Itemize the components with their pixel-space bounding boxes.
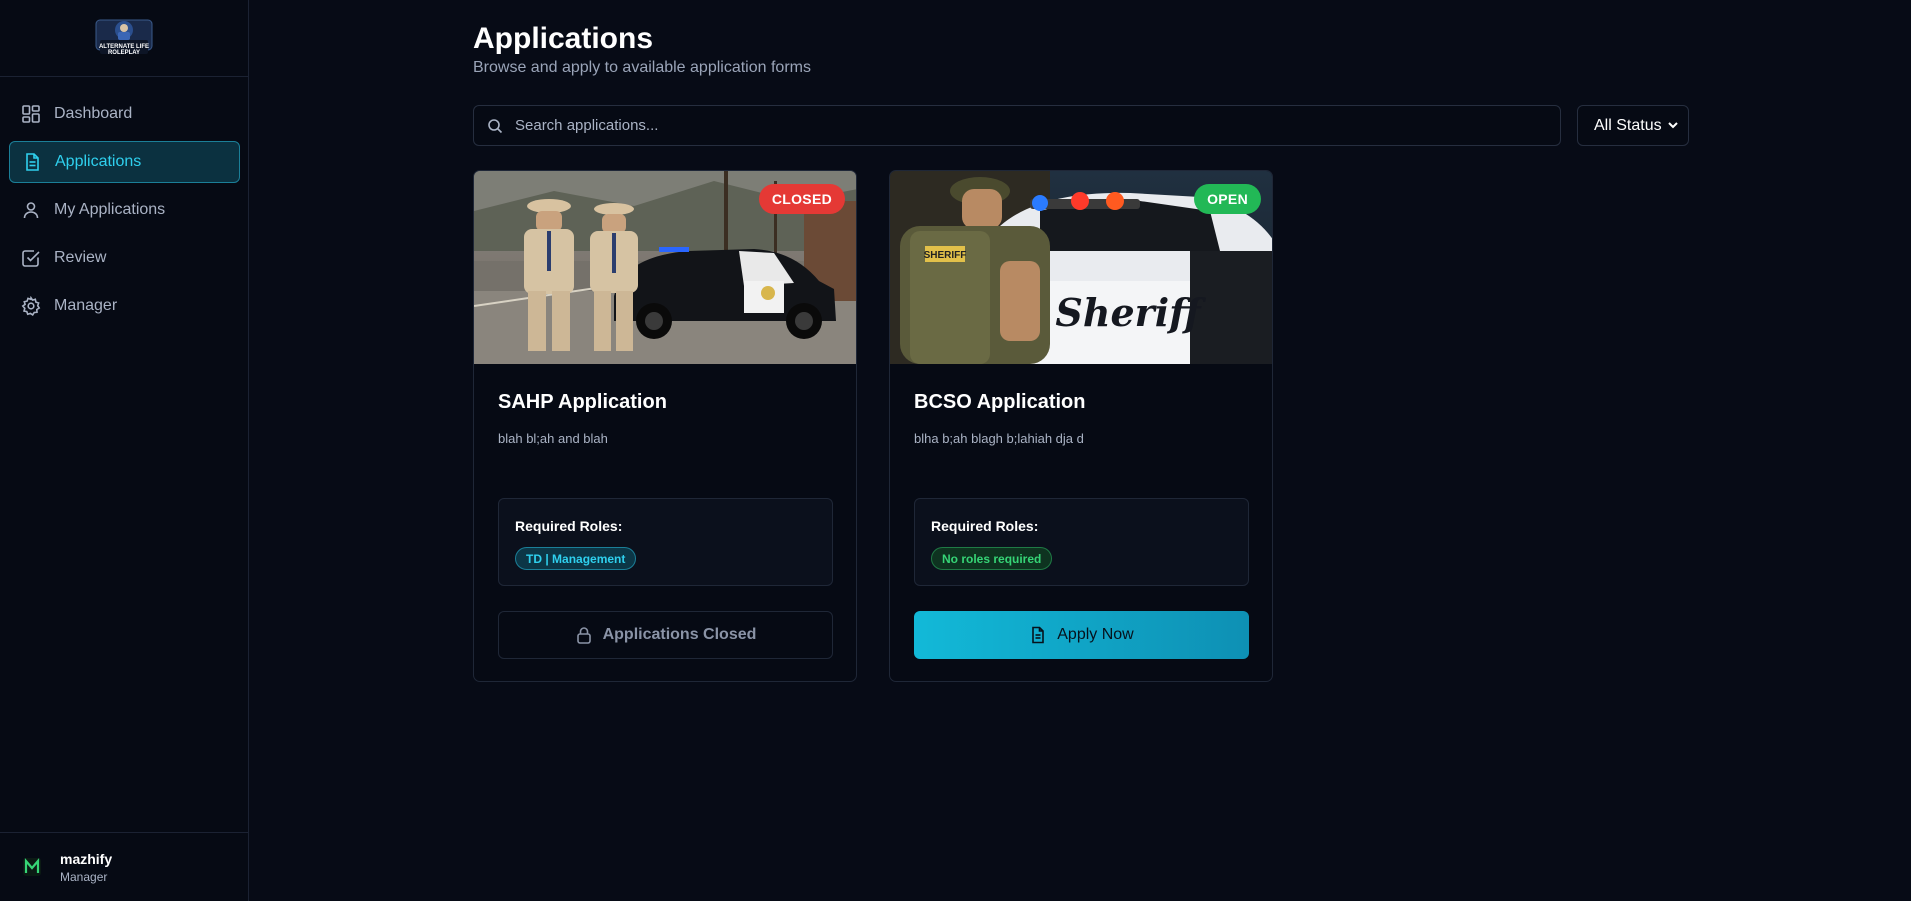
- status-badge-open: OPEN: [1194, 184, 1261, 214]
- search-icon: [487, 118, 503, 134]
- page-subtitle: Browse and apply to available applicatio…: [473, 59, 811, 76]
- role-chip: TD | Management: [515, 547, 637, 570]
- sidebar-item-applications[interactable]: Applications: [9, 141, 240, 183]
- card-title: BCSO Application: [914, 391, 1086, 413]
- application-card-sahp: CLOSED SAHP Application blah bl;ah and b…: [473, 170, 857, 682]
- sidebar-item-label: My Applications: [54, 201, 166, 218]
- chevron-down-icon: [1667, 119, 1679, 131]
- svg-text:SHERIFF: SHERIFF: [924, 250, 967, 261]
- sidebar-item-label: Manager: [54, 297, 118, 314]
- sidebar-item-label: Applications: [55, 153, 142, 170]
- logo-area: ALTERNATE LIFE ROLEPLAY: [0, 0, 248, 77]
- card-description: blah bl;ah and blah: [498, 431, 608, 446]
- status-filter-select[interactable]: All Status: [1577, 105, 1689, 146]
- required-roles-label: Required Roles:: [931, 518, 1039, 534]
- application-card-bcso: Sheriff SHERIFF OPEN BCSO Application bl…: [889, 170, 1273, 682]
- gear-icon: [21, 296, 41, 316]
- button-label: Apply Now: [1057, 626, 1134, 643]
- user-role: Manager: [60, 869, 108, 884]
- sidebar: ALTERNATE LIFE ROLEPLAY Dashboard Applic…: [0, 0, 249, 901]
- user-icon: [21, 200, 41, 220]
- required-roles-box: Required Roles: TD | Management: [498, 498, 833, 586]
- role-chip: No roles required: [931, 547, 1053, 570]
- required-roles-label: Required Roles:: [515, 518, 623, 534]
- card-description: blha b;ah blagh b;lahiah dja d: [914, 431, 1084, 446]
- m-logo-icon: [22, 857, 42, 877]
- app-logo[interactable]: ALTERNATE LIFE ROLEPLAY: [92, 14, 156, 62]
- applications-closed-button[interactable]: Applications Closed: [498, 611, 833, 659]
- user-profile[interactable]: mazhify Manager: [0, 832, 249, 901]
- required-roles-box: Required Roles: No roles required: [914, 498, 1249, 586]
- sidebar-item-my-applications[interactable]: My Applications: [9, 189, 240, 231]
- sidebar-item-dashboard[interactable]: Dashboard: [9, 93, 240, 135]
- apply-now-button[interactable]: Apply Now: [914, 611, 1249, 659]
- page-title: Applications: [473, 22, 654, 55]
- user-name: mazhify: [60, 850, 113, 867]
- dashboard-icon: [21, 104, 41, 124]
- button-label: Applications Closed: [602, 626, 757, 643]
- check-square-icon: [21, 248, 41, 268]
- card-title: SAHP Application: [498, 391, 667, 413]
- status-badge-closed: CLOSED: [758, 184, 845, 214]
- sidebar-item-label: Review: [54, 249, 107, 266]
- card-image: CLOSED: [474, 171, 856, 364]
- sidebar-item-label: Dashboard: [54, 105, 133, 122]
- svg-text:ROLEPLAY: ROLEPLAY: [108, 50, 140, 56]
- status-filter-value: All Status: [1594, 116, 1662, 134]
- sidebar-item-manager[interactable]: Manager: [9, 285, 240, 327]
- document-icon: [1029, 626, 1047, 644]
- search-box[interactable]: [473, 105, 1561, 146]
- user-info: mazhify Manager: [60, 851, 112, 884]
- lock-icon: [575, 626, 593, 644]
- card-image: Sheriff SHERIFF OPEN: [890, 171, 1272, 364]
- sidebar-nav: Dashboard Applications My Applications R…: [0, 77, 249, 333]
- sheriff-car-text: Sheriff: [1055, 290, 1206, 335]
- document-icon: [22, 152, 42, 172]
- sidebar-item-review[interactable]: Review: [9, 237, 240, 279]
- search-input[interactable]: [515, 117, 1515, 134]
